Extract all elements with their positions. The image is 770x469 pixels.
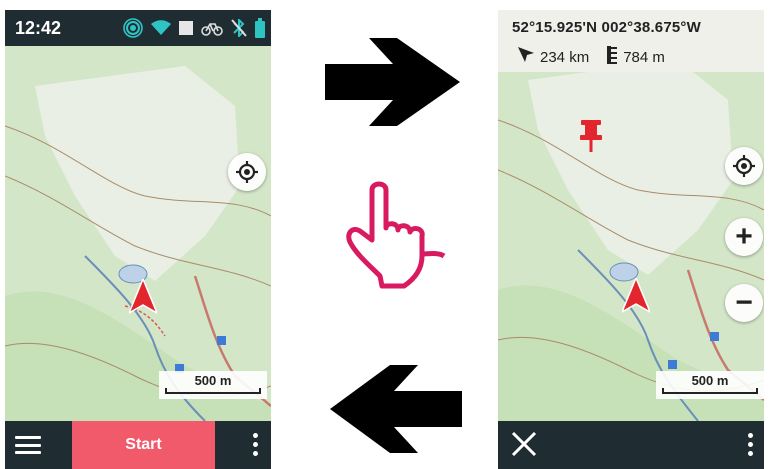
map-view[interactable]: 500 m bbox=[5, 46, 271, 421]
status-icons bbox=[123, 17, 265, 43]
bottom-bar: Start bbox=[5, 421, 271, 469]
zoom-out-button[interactable]: − bbox=[725, 284, 763, 322]
elevation-icon bbox=[607, 46, 618, 68]
position-arrow-icon bbox=[622, 278, 650, 313]
zoom-in-button[interactable]: + bbox=[725, 218, 763, 256]
arrow-left-icon bbox=[330, 365, 462, 453]
map-screen-pinned: + − 500 m 52°15.925'N 002°38.675°W 234 k… bbox=[498, 10, 764, 469]
arrow-right-icon bbox=[325, 38, 460, 126]
close-icon[interactable] bbox=[510, 430, 538, 462]
clock: 12:42 bbox=[15, 18, 62, 38]
elevation-value: 784 m bbox=[623, 48, 665, 66]
location-info-panel: 52°15.925'N 002°38.675°W 234 km 784 m bbox=[498, 10, 764, 72]
scale-line bbox=[165, 388, 261, 394]
bike-icon bbox=[201, 20, 223, 41]
scale-label: 500 m bbox=[691, 373, 729, 388]
more-options-icon[interactable] bbox=[748, 433, 754, 457]
map-scale: 500 m bbox=[656, 371, 764, 399]
distance-icon bbox=[518, 47, 534, 67]
battery-saver-icon bbox=[179, 21, 193, 40]
locate-me-button[interactable] bbox=[725, 147, 763, 185]
locate-me-button[interactable] bbox=[228, 153, 266, 191]
start-button[interactable]: Start bbox=[72, 421, 215, 469]
wifi-icon bbox=[151, 20, 171, 41]
crosshair-icon bbox=[236, 161, 258, 183]
battery-icon bbox=[255, 18, 265, 43]
coordinates-text: 52°15.925'N 002°38.675°W bbox=[512, 19, 701, 36]
bluetooth-off-icon bbox=[231, 17, 247, 42]
map-screen-default: 500 m 12:42 Start bbox=[5, 10, 271, 469]
menu-icon[interactable] bbox=[15, 436, 41, 454]
status-bar: 12:42 bbox=[5, 10, 271, 46]
map-scale: 500 m bbox=[159, 371, 267, 399]
more-options-icon[interactable] bbox=[253, 433, 259, 457]
pin-marker-icon bbox=[580, 120, 602, 152]
position-arrow-icon bbox=[129, 279, 157, 314]
distance-value: 234 km bbox=[540, 48, 590, 66]
scale-line bbox=[662, 388, 758, 394]
bottom-bar bbox=[498, 421, 764, 469]
crosshair-icon bbox=[733, 155, 755, 177]
location-stats: 234 km 784 m bbox=[518, 46, 671, 68]
hotspot-icon bbox=[123, 18, 143, 43]
scale-label: 500 m bbox=[194, 373, 232, 388]
topographic-map bbox=[5, 46, 271, 421]
tap-hand-icon bbox=[346, 181, 446, 289]
